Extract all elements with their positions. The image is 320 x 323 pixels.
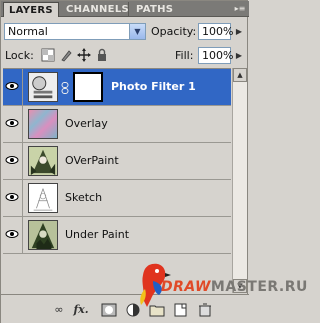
layer-row-overlay[interactable]: Overlay xyxy=(3,106,231,143)
opacity-field[interactable]: 100% xyxy=(198,23,233,40)
panel-tab-bar: LAYERS CHANNELS PATHS ▸≡ xyxy=(1,1,249,17)
scroll-up-icon[interactable]: ▲ xyxy=(233,68,247,82)
layer-name[interactable]: Photo Filter 1 xyxy=(111,80,196,93)
lock-transparent-icon[interactable] xyxy=(41,48,55,62)
visibility-eye-icon[interactable] xyxy=(5,79,19,93)
watermark-prefix: DRAW xyxy=(161,279,211,295)
fill-label: Fill: xyxy=(175,49,194,62)
fx-icon[interactable]: fx. xyxy=(73,303,89,317)
lock-position-icon[interactable] xyxy=(77,48,91,62)
panel-menu-arrow-icon[interactable]: ▸≡ xyxy=(233,3,247,15)
layer-row-sketch[interactable]: Sketch xyxy=(3,180,231,217)
layer-row-under-paint[interactable]: Under Paint xyxy=(3,217,231,254)
layer-name[interactable]: Overlay xyxy=(65,117,108,130)
opacity-slider-arrow-icon[interactable]: ▶ xyxy=(234,27,244,37)
tab-paths[interactable]: PATHS xyxy=(131,2,176,17)
tab-channels[interactable]: CHANNELS xyxy=(61,2,129,17)
add-mask-icon[interactable] xyxy=(101,303,117,317)
layer-name[interactable]: Under Paint xyxy=(65,228,129,241)
divider xyxy=(22,180,23,216)
chevron-down-icon[interactable]: ▼ xyxy=(129,24,145,39)
layers-panel: LAYERS CHANNELS PATHS ▸≡ Normal ▼ Opacit… xyxy=(0,0,307,323)
visibility-eye-icon[interactable] xyxy=(5,116,19,130)
layer-thumbnail xyxy=(28,146,58,176)
blend-mode-value: Normal xyxy=(8,25,48,38)
divider xyxy=(22,106,23,142)
visibility-eye-icon[interactable] xyxy=(5,190,19,204)
chain-link-icon[interactable] xyxy=(61,82,69,94)
visibility-eye-icon[interactable] xyxy=(5,153,19,167)
layer-name[interactable]: OVerPaint xyxy=(65,154,119,167)
watermark-suffix: MASTER.RU xyxy=(210,279,308,295)
layer-row-overpaint[interactable]: OVerPaint xyxy=(3,143,231,180)
layer-thumbnail xyxy=(28,220,58,250)
adjustment-thumbnail xyxy=(28,72,58,102)
watermark-text: DRAWMASTER.RU xyxy=(161,279,308,295)
visibility-eye-icon[interactable] xyxy=(5,227,19,241)
layer-row-photo-filter[interactable]: Photo Filter 1 xyxy=(3,69,231,106)
link-layers-icon[interactable]: ∞ xyxy=(51,303,67,317)
lock-all-icon[interactable] xyxy=(95,48,109,62)
layer-mask-thumbnail[interactable] xyxy=(73,72,103,102)
fill-slider-arrow-icon[interactable]: ▶ xyxy=(234,51,244,61)
lock-paint-icon[interactable] xyxy=(59,48,73,62)
layer-thumbnail xyxy=(28,109,58,139)
layer-thumbnail xyxy=(28,183,58,213)
divider xyxy=(22,69,23,105)
layer-name[interactable]: Sketch xyxy=(65,191,102,204)
divider xyxy=(22,143,23,179)
lock-label: Lock: xyxy=(5,49,34,62)
tab-layers[interactable]: LAYERS xyxy=(3,2,59,17)
blend-mode-select[interactable]: Normal ▼ xyxy=(4,23,146,40)
fill-field[interactable]: 100% xyxy=(198,47,233,64)
opacity-label: Opacity: xyxy=(151,25,197,38)
divider xyxy=(22,217,23,253)
